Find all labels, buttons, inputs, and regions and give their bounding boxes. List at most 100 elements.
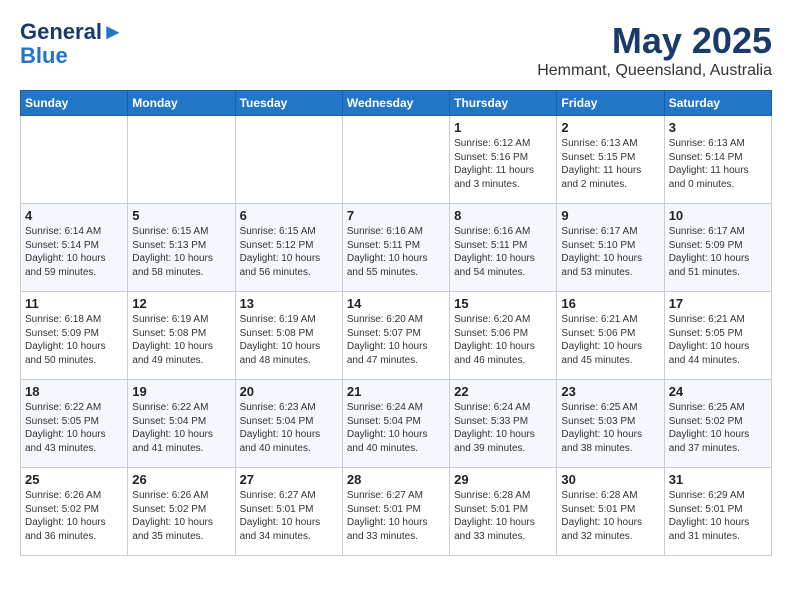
calendar-cell: 5 Sunrise: 6:15 AMSunset: 5:13 PMDaylight… [128, 204, 235, 292]
location-title: Hemmant, Queensland, Australia [537, 62, 772, 80]
calendar-cell: 23 Sunrise: 6:25 AMSunset: 5:03 PMDayligh… [557, 380, 664, 468]
weekday-header-thursday: Thursday [450, 91, 557, 116]
day-info: Sunrise: 6:15 AMSunset: 5:12 PMDaylight:… [240, 225, 338, 279]
day-number: 5 [132, 208, 230, 223]
day-number: 21 [347, 384, 445, 399]
calendar-cell: 28Sunrise: 6:27 AMSunset: 5:01 PMDayligh… [342, 468, 449, 556]
calendar-cell: 21Sunrise: 6:24 AMSunset: 5:04 PMDayligh… [342, 380, 449, 468]
day-number: 4 [25, 208, 123, 223]
logo-blue: Blue [20, 43, 68, 68]
day-info: Sunrise: 6:16 AMSunset: 5:11 PMDaylight:… [454, 225, 552, 279]
day-info: Sunrise: 6:16 AMSunset: 5:11 PMDaylight:… [347, 225, 445, 279]
day-info: Sunrise: 6:26 AMSunset: 5:02 PMDaylight:… [25, 489, 123, 543]
day-info: Sunrise: 6:27 AMSunset: 5:01 PMDaylight:… [240, 489, 338, 543]
day-info: Sunrise: 6:19 AMSunset: 5:08 PMDaylight:… [132, 313, 230, 367]
page-header: General►Blue May 2025 Hemmant, Queenslan… [20, 20, 772, 80]
day-info: Sunrise: 6:13 AMSunset: 5:15 PMDaylight:… [561, 137, 659, 191]
calendar-cell: 11 Sunrise: 6:18 AMSunset: 5:09 PMDayligh… [21, 292, 128, 380]
day-info: Sunrise: 6:21 AMSunset: 5:05 PMDaylight:… [669, 313, 767, 367]
calendar-cell: 22Sunrise: 6:24 AMSunset: 5:33 PMDayligh… [450, 380, 557, 468]
calendar-cell: 29 Sunrise: 6:28 AMSunset: 5:01 PMDayligh… [450, 468, 557, 556]
day-number: 23 [561, 384, 659, 399]
day-number: 16 [561, 296, 659, 311]
calendar-cell: 7 Sunrise: 6:16 AMSunset: 5:11 PMDaylight… [342, 204, 449, 292]
title-block: May 2025 Hemmant, Queensland, Australia [537, 20, 772, 80]
month-title: May 2025 [537, 20, 772, 62]
calendar-cell: 16 Sunrise: 6:21 AMSunset: 5:06 PMDayligh… [557, 292, 664, 380]
day-info: Sunrise: 6:18 AMSunset: 5:09 PMDaylight:… [25, 313, 123, 367]
day-number: 1 [454, 120, 552, 135]
day-info: Sunrise: 6:17 AMSunset: 5:10 PMDaylight:… [561, 225, 659, 279]
calendar-cell: 8 Sunrise: 6:16 AMSunset: 5:11 PMDaylight… [450, 204, 557, 292]
calendar-cell: 1 Sunrise: 6:12 AMSunset: 5:16 PMDaylight… [450, 116, 557, 204]
calendar-cell: 2 Sunrise: 6:13 AMSunset: 5:15 PMDaylight… [557, 116, 664, 204]
calendar-cell: 24 Sunrise: 6:25 AMSunset: 5:02 PMDayligh… [664, 380, 771, 468]
calendar-cell [342, 116, 449, 204]
day-info: Sunrise: 6:21 AMSunset: 5:06 PMDaylight:… [561, 313, 659, 367]
calendar-cell: 6 Sunrise: 6:15 AMSunset: 5:12 PMDaylight… [235, 204, 342, 292]
calendar-cell: 26 Sunrise: 6:26 AMSunset: 5:02 PMDayligh… [128, 468, 235, 556]
calendar-cell: 20 Sunrise: 6:23 AMSunset: 5:04 PMDayligh… [235, 380, 342, 468]
day-number: 27 [240, 472, 338, 487]
day-info: Sunrise: 6:25 AMSunset: 5:02 PMDaylight:… [669, 401, 767, 455]
weekday-header-friday: Friday [557, 91, 664, 116]
day-info: Sunrise: 6:15 AMSunset: 5:13 PMDaylight:… [132, 225, 230, 279]
day-number: 17 [669, 296, 767, 311]
day-info: Sunrise: 6:22 AMSunset: 5:05 PMDaylight:… [25, 401, 123, 455]
day-number: 7 [347, 208, 445, 223]
day-number: 3 [669, 120, 767, 135]
day-number: 20 [240, 384, 338, 399]
day-info: Sunrise: 6:29 AMSunset: 5:01 PMDaylight:… [669, 489, 767, 543]
calendar-cell: 3 Sunrise: 6:13 AMSunset: 5:14 PMDaylight… [664, 116, 771, 204]
calendar-cell: 17 Sunrise: 6:21 AMSunset: 5:05 PMDayligh… [664, 292, 771, 380]
day-number: 26 [132, 472, 230, 487]
day-number: 24 [669, 384, 767, 399]
day-number: 6 [240, 208, 338, 223]
day-number: 30 [561, 472, 659, 487]
day-number: 8 [454, 208, 552, 223]
day-number: 29 [454, 472, 552, 487]
day-info: Sunrise: 6:14 AMSunset: 5:14 PMDaylight:… [25, 225, 123, 279]
day-info: Sunrise: 6:26 AMSunset: 5:02 PMDaylight:… [132, 489, 230, 543]
calendar-cell: 31 Sunrise: 6:29 AMSunset: 5:01 PMDayligh… [664, 468, 771, 556]
calendar-week-4: 18Sunrise: 6:22 AMSunset: 5:05 PMDayligh… [21, 380, 772, 468]
day-info: Sunrise: 6:23 AMSunset: 5:04 PMDaylight:… [240, 401, 338, 455]
weekday-header-sunday: Sunday [21, 91, 128, 116]
calendar-cell [235, 116, 342, 204]
day-info: Sunrise: 6:28 AMSunset: 5:01 PMDaylight:… [454, 489, 552, 543]
day-number: 2 [561, 120, 659, 135]
calendar-cell: 27 Sunrise: 6:27 AMSunset: 5:01 PMDayligh… [235, 468, 342, 556]
calendar-week-5: 25Sunrise: 6:26 AMSunset: 5:02 PMDayligh… [21, 468, 772, 556]
day-number: 19 [132, 384, 230, 399]
calendar-cell: 19 Sunrise: 6:22 AMSunset: 5:04 PMDayligh… [128, 380, 235, 468]
day-info: Sunrise: 6:25 AMSunset: 5:03 PMDaylight:… [561, 401, 659, 455]
day-number: 9 [561, 208, 659, 223]
calendar-cell: 25Sunrise: 6:26 AMSunset: 5:02 PMDayligh… [21, 468, 128, 556]
calendar-cell [21, 116, 128, 204]
calendar-week-2: 4 Sunrise: 6:14 AMSunset: 5:14 PMDaylight… [21, 204, 772, 292]
day-number: 28 [347, 472, 445, 487]
day-info: Sunrise: 6:17 AMSunset: 5:09 PMDaylight:… [669, 225, 767, 279]
weekday-header-tuesday: Tuesday [235, 91, 342, 116]
day-info: Sunrise: 6:28 AMSunset: 5:01 PMDaylight:… [561, 489, 659, 543]
day-number: 31 [669, 472, 767, 487]
day-number: 10 [669, 208, 767, 223]
day-number: 15 [454, 296, 552, 311]
day-info: Sunrise: 6:20 AMSunset: 5:07 PMDaylight:… [347, 313, 445, 367]
day-info: Sunrise: 6:13 AMSunset: 5:14 PMDaylight:… [669, 137, 767, 191]
calendar-cell: 4 Sunrise: 6:14 AMSunset: 5:14 PMDaylight… [21, 204, 128, 292]
weekday-header-wednesday: Wednesday [342, 91, 449, 116]
calendar-table: SundayMondayTuesdayWednesdayThursdayFrid… [20, 90, 772, 556]
calendar-week-1: 1 Sunrise: 6:12 AMSunset: 5:16 PMDaylight… [21, 116, 772, 204]
weekday-header-row: SundayMondayTuesdayWednesdayThursdayFrid… [21, 91, 772, 116]
day-number: 11 [25, 296, 123, 311]
day-info: Sunrise: 6:19 AMSunset: 5:08 PMDaylight:… [240, 313, 338, 367]
calendar-cell: 10 Sunrise: 6:17 AMSunset: 5:09 PMDayligh… [664, 204, 771, 292]
calendar-cell: 15Sunrise: 6:20 AMSunset: 5:06 PMDayligh… [450, 292, 557, 380]
day-number: 22 [454, 384, 552, 399]
logo-text: General►Blue [20, 20, 124, 68]
day-info: Sunrise: 6:22 AMSunset: 5:04 PMDaylight:… [132, 401, 230, 455]
calendar-cell: 12Sunrise: 6:19 AMSunset: 5:08 PMDayligh… [128, 292, 235, 380]
calendar-cell [128, 116, 235, 204]
day-info: Sunrise: 6:12 AMSunset: 5:16 PMDaylight:… [454, 137, 552, 191]
